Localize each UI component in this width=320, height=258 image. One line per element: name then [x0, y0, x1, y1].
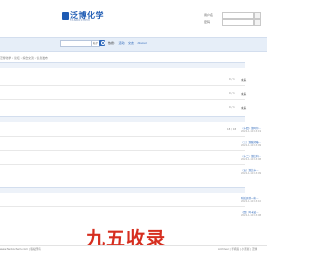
site-logo-subtitle: FANBOCHEM — [70, 19, 90, 22]
row-last-post[interactable]: 未来 — [241, 78, 246, 82]
breadcrumb[interactable]: 泛博化学 › 论坛 › 综合交流 › 信息发布 — [0, 56, 48, 60]
section-header-1 — [0, 62, 245, 68]
row-last-post-date: 2022-1-10 13:08 — [241, 214, 262, 217]
row-last-post-date: 2022-1-10 13:10 — [241, 200, 262, 203]
section-header-3 — [0, 187, 245, 193]
row-divider — [0, 150, 245, 151]
row-last-post[interactable]: 未来 — [241, 106, 246, 110]
row-divider — [0, 136, 245, 137]
row-last-post-date: 2022-1-10 13:09 — [241, 172, 262, 175]
login-option-button[interactable] — [254, 12, 261, 19]
row-count: 0 / 1 — [229, 78, 235, 81]
row-divider — [0, 164, 245, 165]
footer-copyright: www.fanbochem.com | 版权所有 — [0, 248, 41, 251]
username-label: 用户名 — [204, 13, 214, 17]
row-last-post-date: 2022-1-10 13:09 — [241, 144, 262, 147]
row-last-post-date: 2022-1-10 13:19 — [241, 130, 262, 133]
row-divider — [0, 85, 245, 86]
footer-link-site[interactable]: 泛博 — [252, 248, 257, 251]
hot-link-1[interactable]: 活动 — [118, 41, 124, 45]
footer-link-archiver[interactable]: Archiver — [218, 248, 229, 251]
row-last-post-date: 2022-1-10 13:08 — [241, 158, 262, 161]
section-header-2 — [0, 116, 245, 122]
username-input[interactable] — [222, 12, 254, 19]
search-button[interactable] — [99, 40, 105, 46]
hot-search-links: 热搜: 活动 交友 discuz — [108, 41, 149, 45]
hot-link-3[interactable]: discuz — [137, 41, 146, 45]
row-count: 18 / 18 — [227, 128, 237, 131]
row-count: 0 / 1 — [229, 92, 235, 95]
footer-link-mobile[interactable]: 手机版 — [231, 248, 239, 251]
footer-links: Archiver | 手机版 | 小黑屋 | 泛博 — [218, 248, 258, 251]
footer-link-blackroom[interactable]: 小黑屋 — [242, 248, 250, 251]
row-divider — [0, 206, 245, 207]
row-last-post[interactable]: 未来 — [241, 92, 246, 96]
hot-link-2[interactable]: 交友 — [128, 41, 134, 45]
row-count: 0 / 1 — [229, 106, 235, 109]
login-button[interactable] — [254, 19, 261, 26]
logo-icon[interactable] — [62, 12, 69, 20]
row-divider — [0, 99, 245, 100]
hot-search-label: 热搜: — [108, 41, 116, 45]
search-input[interactable] — [60, 40, 92, 47]
password-input[interactable] — [222, 19, 254, 26]
password-label: 密码 — [204, 20, 211, 24]
